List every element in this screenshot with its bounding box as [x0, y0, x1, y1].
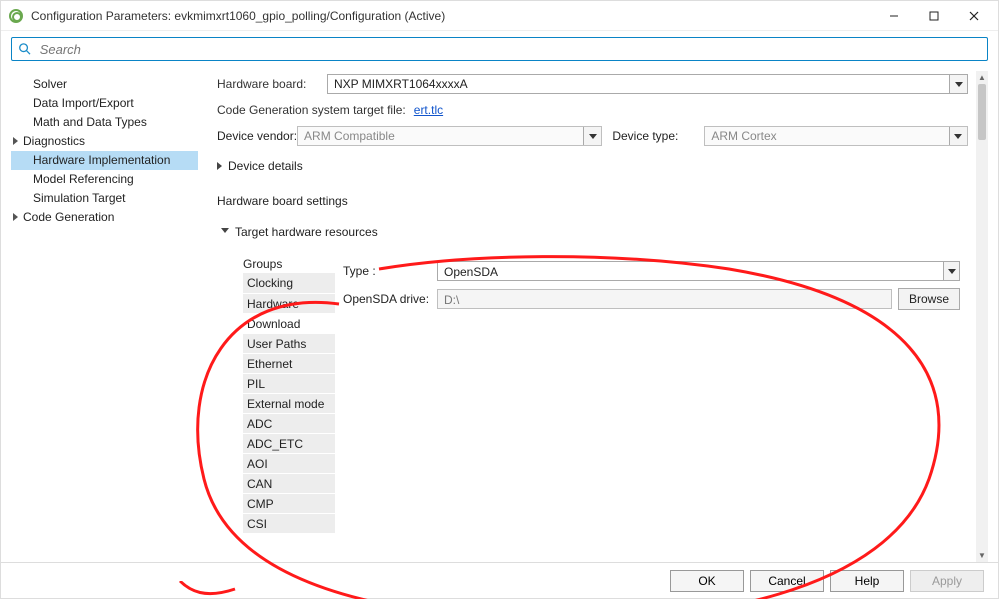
hw-settings: Hardware board settings Target hardware … — [217, 191, 968, 537]
codegen-link[interactable]: ert.tlc — [414, 103, 443, 117]
hardware-board-label: Hardware board: — [217, 77, 327, 91]
ok-button[interactable]: OK — [670, 570, 744, 592]
target-hw-label: Target hardware resources — [235, 225, 378, 239]
tree-item-solver[interactable]: Solver — [11, 75, 198, 94]
hardware-board-value: NXP MIMXRT1064xxxxA — [328, 74, 949, 94]
caret-right-icon — [13, 137, 18, 145]
search-icon — [18, 42, 32, 56]
titlebar: Configuration Parameters: evkmimxrt1060_… — [1, 1, 998, 31]
group-item-ethernet[interactable]: Ethernet — [243, 353, 335, 373]
hw-settings-label: Hardware board settings — [217, 191, 968, 211]
group-item-download[interactable]: Download — [243, 313, 335, 333]
tree-item-code-generation[interactable]: Code Generation — [11, 208, 198, 227]
help-button[interactable]: Help — [830, 570, 904, 592]
group-item-external-mode[interactable]: External mode — [243, 393, 335, 413]
form-area: Hardware board: NXP MIMXRT1064xxxxA Code… — [199, 71, 972, 562]
caret-right-icon — [217, 162, 222, 170]
group-item-user-paths[interactable]: User Paths — [243, 333, 335, 353]
tree-item-label: Diagnostics — [23, 134, 85, 148]
type-label: Type : — [343, 264, 437, 278]
apply-button[interactable]: Apply — [910, 570, 984, 592]
search-wrap — [1, 31, 998, 67]
minimize-button[interactable] — [874, 2, 914, 30]
group-item-pil[interactable]: PIL — [243, 373, 335, 393]
caret-right-icon — [13, 213, 18, 221]
maximize-button[interactable] — [914, 2, 954, 30]
tree-item-hardware-implementation[interactable]: Hardware Implementation — [11, 151, 198, 170]
tree-item-data-import-export[interactable]: Data Import/Export — [11, 94, 198, 113]
codegen-row: Code Generation system target file: ert.… — [217, 97, 968, 123]
tree-item-label: Simulation Target — [33, 191, 126, 205]
device-vendor-value: ARM Compatible — [298, 126, 583, 146]
device-vendor-select[interactable]: ARM Compatible — [297, 126, 602, 146]
search-bar[interactable] — [11, 37, 988, 61]
group-item-clocking[interactable]: Clocking — [243, 273, 335, 293]
scroll-up-icon: ▲ — [978, 73, 986, 82]
caret-down-icon — [221, 228, 229, 237]
footer: OK Cancel Help Apply — [1, 562, 998, 598]
body: Solver Data Import/Export Math and Data Ty… — [1, 67, 998, 562]
drive-label: OpenSDA drive: — [343, 292, 437, 306]
tree-item-diagnostics[interactable]: Diagnostics — [11, 132, 198, 151]
close-button[interactable] — [954, 2, 994, 30]
window-title: Configuration Parameters: evkmimxrt1060_… — [31, 9, 874, 23]
cancel-button[interactable]: Cancel — [750, 570, 824, 592]
tree-item-simulation-target[interactable]: Simulation Target — [11, 189, 198, 208]
groups-header: Groups — [243, 255, 335, 273]
tree-item-label: Model Referencing — [33, 172, 134, 186]
chevron-down-icon — [583, 127, 601, 145]
config-window: Configuration Parameters: evkmimxrt1060_… — [0, 0, 999, 599]
groups-list: Groups ClockingHardwareDownloadUser Path… — [235, 249, 335, 537]
group-item-cmp[interactable]: CMP — [243, 493, 335, 513]
browse-button[interactable]: Browse — [898, 288, 960, 310]
drive-input[interactable]: D:\ — [437, 289, 892, 309]
right-panel: Hardware board: NXP MIMXRT1064xxxxA Code… — [199, 71, 988, 562]
tree-item-label: Math and Data Types — [33, 115, 147, 129]
hardware-board-select[interactable]: NXP MIMXRT1064xxxxA — [327, 74, 968, 94]
scroll-thumb[interactable] — [978, 84, 986, 140]
target-hw-disclosure[interactable]: Target hardware resources — [217, 221, 968, 243]
device-row: Device vendor: ARM Compatible Device typ… — [217, 123, 968, 149]
type-select[interactable]: OpenSDA — [437, 261, 960, 281]
device-details-disclosure[interactable]: Device details — [217, 155, 968, 177]
type-value: OpenSDA — [438, 262, 943, 280]
device-details-label: Device details — [228, 159, 303, 173]
drive-row: OpenSDA drive: D:\ Browse — [343, 285, 960, 313]
tree-item-label: Hardware Implementation — [33, 153, 170, 167]
group-item-hardware[interactable]: Hardware — [243, 293, 335, 313]
chevron-down-icon — [949, 75, 967, 93]
groups-box: Groups ClockingHardwareDownloadUser Path… — [217, 249, 968, 537]
type-row: Type : OpenSDA — [343, 257, 960, 285]
chevron-down-icon — [943, 262, 959, 280]
device-type-label: Device type: — [612, 129, 704, 143]
chevron-down-icon — [949, 127, 967, 145]
tree-item-model-referencing[interactable]: Model Referencing — [11, 170, 198, 189]
tree-item-math-and-data-types[interactable]: Math and Data Types — [11, 113, 198, 132]
tree-item-label: Code Generation — [23, 210, 114, 224]
window-buttons — [874, 2, 994, 30]
tree-item-label: Data Import/Export — [33, 96, 134, 110]
group-item-adc-etc[interactable]: ADC_ETC — [243, 433, 335, 453]
search-input[interactable] — [38, 41, 981, 58]
group-item-aoi[interactable]: AOI — [243, 453, 335, 473]
group-item-csi[interactable]: CSI — [243, 513, 335, 533]
scrollbar[interactable]: ▲ ▼ — [976, 71, 988, 562]
app-icon — [9, 9, 23, 23]
scroll-down-icon: ▼ — [978, 551, 986, 560]
group-item-can[interactable]: CAN — [243, 473, 335, 493]
group-item-adc[interactable]: ADC — [243, 413, 335, 433]
hardware-board-row: Hardware board: NXP MIMXRT1064xxxxA — [217, 71, 968, 97]
device-type-value: ARM Cortex — [705, 126, 949, 146]
device-vendor-label: Device vendor: — [217, 129, 297, 143]
tree-item-label: Solver — [33, 77, 67, 91]
group-form: Type : OpenSDA OpenSDA drive: D:\ Browse — [335, 249, 968, 537]
category-tree: Solver Data Import/Export Math and Data Ty… — [11, 71, 199, 562]
device-type-select[interactable]: ARM Cortex — [704, 126, 968, 146]
codegen-label: Code Generation system target file: — [217, 103, 406, 117]
